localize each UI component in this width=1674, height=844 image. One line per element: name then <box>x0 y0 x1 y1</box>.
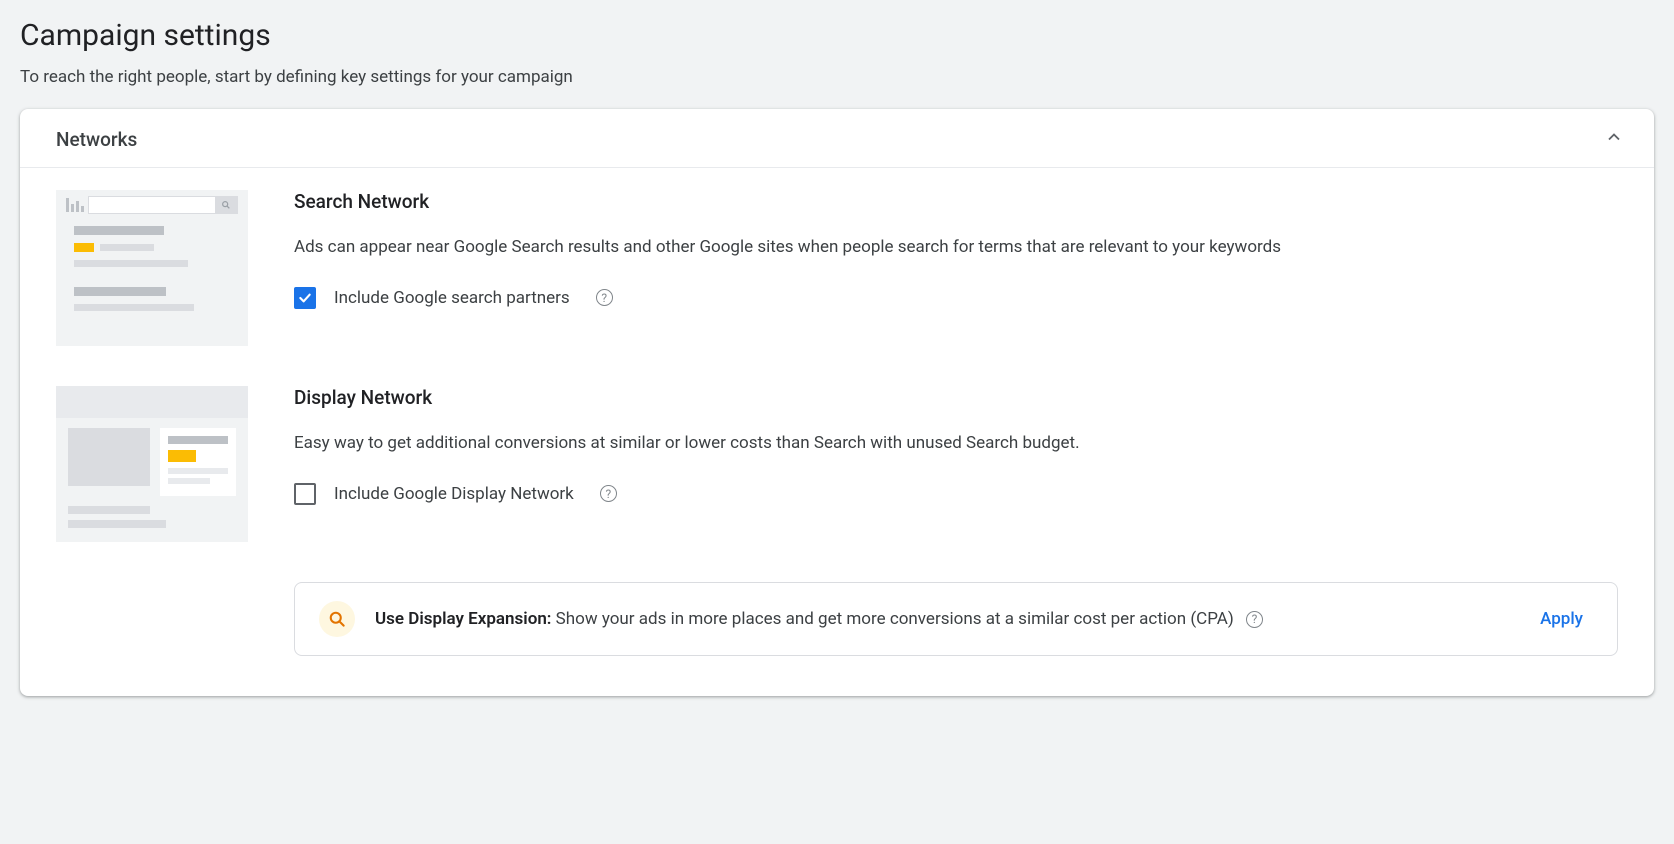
networks-title: Networks <box>56 128 137 151</box>
include-display-network-checkbox[interactable] <box>294 483 316 505</box>
search-network-description: Ads can appear near Google Search result… <box>294 235 1618 261</box>
display-network-title: Display Network <box>294 386 1618 409</box>
display-expansion-recommendation: Use Display Expansion: Show your ads in … <box>294 582 1618 656</box>
display-network-description: Easy way to get additional conversions a… <box>294 431 1618 457</box>
networks-header[interactable]: Networks <box>20 109 1654 168</box>
help-icon[interactable]: ? <box>600 485 617 502</box>
include-display-network-label: Include Google Display Network <box>334 484 574 504</box>
networks-card: Networks <box>20 109 1654 696</box>
networks-body: Search Network Ads can appear near Googl… <box>20 168 1654 696</box>
display-network-illustration <box>56 386 248 542</box>
help-icon[interactable]: ? <box>1246 611 1263 628</box>
search-network-illustration <box>56 190 248 346</box>
apply-button[interactable]: Apply <box>1530 603 1593 635</box>
help-icon[interactable]: ? <box>596 289 613 306</box>
chevron-up-icon[interactable] <box>1604 127 1624 151</box>
search-network-title: Search Network <box>294 190 1618 213</box>
page-subtitle: To reach the right people, start by defi… <box>20 67 1654 87</box>
page-title: Campaign settings <box>20 18 1654 53</box>
recommendation-text: Use Display Expansion: Show your ads in … <box>375 606 1510 632</box>
include-search-partners-checkbox[interactable] <box>294 287 316 309</box>
display-network-section: Display Network Easy way to get addition… <box>56 386 1618 542</box>
search-network-section: Search Network Ads can appear near Googl… <box>56 190 1618 346</box>
magnifier-icon <box>319 601 355 637</box>
include-search-partners-label: Include Google search partners <box>334 288 570 308</box>
